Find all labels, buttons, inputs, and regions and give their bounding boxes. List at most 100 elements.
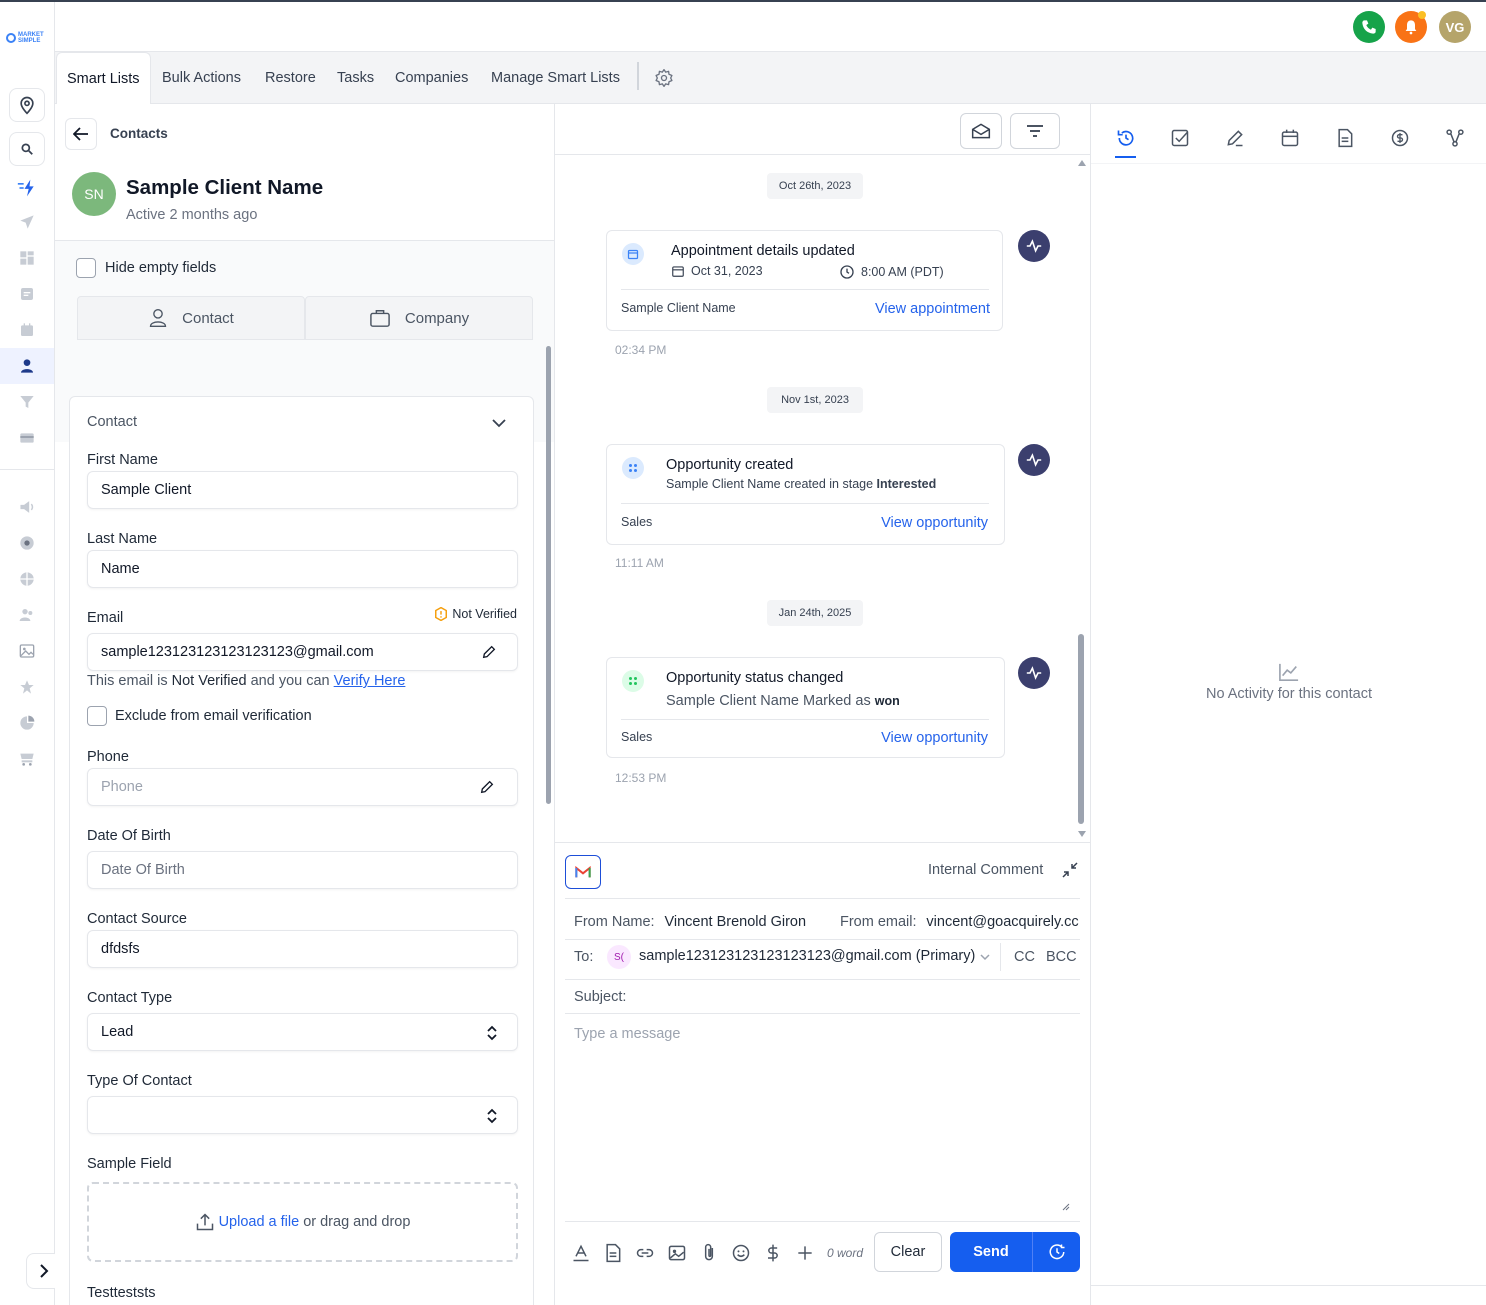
tab-smart-lists[interactable]: Smart Lists: [56, 52, 151, 104]
stage-name: Interested: [876, 477, 937, 491]
first-name-input[interactable]: Sample Client: [87, 471, 518, 509]
workflows-tab[interactable]: [1443, 126, 1467, 150]
template-icon[interactable]: [603, 1243, 623, 1263]
text-format-icon[interactable]: [571, 1243, 591, 1263]
exclude-checkbox[interactable]: [87, 706, 107, 726]
gmail-channel-button[interactable]: [565, 855, 601, 889]
emoji-icon[interactable]: [731, 1243, 751, 1263]
tab-restore[interactable]: Restore: [265, 52, 316, 104]
hide-empty-fields-toggle[interactable]: Hide empty fields: [76, 258, 216, 278]
dollar-icon[interactable]: [763, 1243, 783, 1263]
chevron-down-icon[interactable]: [492, 418, 506, 428]
type-of-contact-select[interactable]: [87, 1096, 518, 1134]
activity-tab[interactable]: [1114, 126, 1138, 150]
phone-input[interactable]: Phone: [87, 768, 518, 806]
contact-type-select[interactable]: Lead: [87, 1013, 518, 1051]
hint-text-3: and you can: [246, 673, 334, 689]
from-name-value[interactable]: Vincent Brenold Giron: [664, 914, 806, 930]
map-pin-icon: [20, 96, 34, 115]
megaphone-icon[interactable]: [17, 497, 37, 517]
tasks-tab[interactable]: [1168, 126, 1192, 150]
resize-handle-icon[interactable]: [1062, 1203, 1070, 1211]
file-upload-dropzone[interactable]: Upload a file or drag and drop: [87, 1182, 518, 1262]
brand-logo[interactable]: MARKET SIMPLE: [6, 32, 44, 44]
funnel-icon[interactable]: [17, 392, 37, 412]
payments-icon[interactable]: [17, 428, 37, 448]
segment-contact-label: Contact: [182, 309, 234, 327]
activity-time: 12:53 PM: [615, 771, 667, 785]
verify-here-link[interactable]: Verify Here: [334, 673, 406, 689]
appointments-tab[interactable]: [1278, 126, 1302, 150]
tab-tasks[interactable]: Tasks: [337, 52, 374, 104]
from-email-value[interactable]: vincent@goacquirely.cc: [926, 914, 1078, 930]
back-button[interactable]: [65, 118, 97, 150]
filter-button[interactable]: [1010, 113, 1060, 149]
email-filter-button[interactable]: [960, 113, 1002, 149]
scroll-up-arrow-icon[interactable]: [1077, 159, 1087, 167]
plus-icon[interactable]: [795, 1243, 815, 1263]
divider: [1000, 943, 1001, 971]
search-button[interactable]: [9, 132, 45, 166]
pencil-icon[interactable]: [481, 644, 497, 660]
internal-comment-toggle[interactable]: Internal Comment: [928, 862, 1043, 878]
schedule-send-button[interactable]: [1032, 1232, 1080, 1272]
record-icon[interactable]: [17, 533, 37, 553]
collapse-icon[interactable]: [1062, 862, 1078, 878]
message-textarea[interactable]: Type a message: [574, 1026, 680, 1042]
subject-input[interactable]: [639, 983, 1069, 1011]
chevron-down-icon[interactable]: [980, 954, 990, 961]
contact-scrollbar[interactable]: [546, 346, 551, 804]
document-icon[interactable]: [17, 284, 37, 304]
contact-source-input[interactable]: dfdsfs: [87, 930, 518, 968]
segment-company[interactable]: Company: [305, 296, 533, 340]
contacts-icon[interactable]: [17, 356, 37, 376]
exclude-verification-toggle[interactable]: Exclude from email verification: [87, 706, 312, 726]
settings-button[interactable]: [654, 52, 674, 104]
dashboard-icon[interactable]: [17, 248, 37, 268]
payments-tab[interactable]: [1388, 126, 1412, 150]
timeline-scrollbar[interactable]: [1078, 634, 1084, 824]
notifications-button[interactable]: [1395, 11, 1427, 43]
view-opportunity-link[interactable]: View opportunity: [881, 730, 988, 746]
bcc-button[interactable]: BCC: [1046, 949, 1077, 965]
view-opportunity-link[interactable]: View opportunity: [881, 515, 988, 531]
media-icon[interactable]: [17, 641, 37, 661]
tab-bulk-actions[interactable]: Bulk Actions: [162, 52, 241, 104]
calendar-icon[interactable]: [17, 320, 37, 340]
clear-button[interactable]: Clear: [874, 1232, 942, 1272]
notes-tab[interactable]: [1223, 126, 1247, 150]
image-icon[interactable]: [667, 1243, 687, 1263]
hide-empty-checkbox[interactable]: [76, 258, 96, 278]
reporting-icon[interactable]: [17, 713, 37, 733]
user-avatar[interactable]: VG: [1439, 11, 1471, 43]
cc-button[interactable]: CC: [1014, 949, 1035, 965]
send-icon[interactable]: [17, 212, 37, 232]
warning-icon: [435, 607, 448, 621]
location-button[interactable]: [9, 88, 45, 122]
segment-contact[interactable]: Contact: [77, 296, 305, 340]
clock-icon: [840, 265, 854, 279]
members-icon[interactable]: [17, 605, 37, 625]
paperclip-icon[interactable]: [699, 1243, 719, 1263]
view-appointment-link[interactable]: View appointment: [875, 301, 990, 317]
contact-details-card: Contact First Name Sample Client Last Na…: [69, 396, 534, 1305]
upload-file-link[interactable]: Upload a file: [219, 1214, 300, 1230]
breadcrumb[interactable]: Contacts: [110, 126, 168, 141]
to-recipient[interactable]: sample123123123123123123@gmail.com (Prim…: [639, 948, 975, 964]
sites-icon[interactable]: [17, 569, 37, 589]
last-name-input[interactable]: Name: [87, 550, 518, 588]
link-icon[interactable]: [635, 1243, 655, 1263]
dob-input[interactable]: Date Of Birth: [87, 851, 518, 889]
reputation-icon[interactable]: [17, 677, 37, 697]
lightning-icon[interactable]: [17, 178, 37, 198]
appointment-time-value: 8:00 AM (PDT): [861, 265, 944, 279]
tab-companies[interactable]: Companies: [395, 52, 468, 104]
store-icon[interactable]: [17, 749, 37, 769]
pencil-icon[interactable]: [479, 779, 495, 795]
scroll-down-arrow-icon[interactable]: [1077, 830, 1087, 838]
email-input[interactable]: sample123123123123123123@gmail.com: [87, 633, 518, 671]
phone-button[interactable]: [1353, 11, 1385, 43]
documents-tab[interactable]: [1333, 126, 1357, 150]
send-button[interactable]: Send: [950, 1244, 1032, 1260]
tab-manage-smart-lists[interactable]: Manage Smart Lists: [491, 52, 620, 104]
